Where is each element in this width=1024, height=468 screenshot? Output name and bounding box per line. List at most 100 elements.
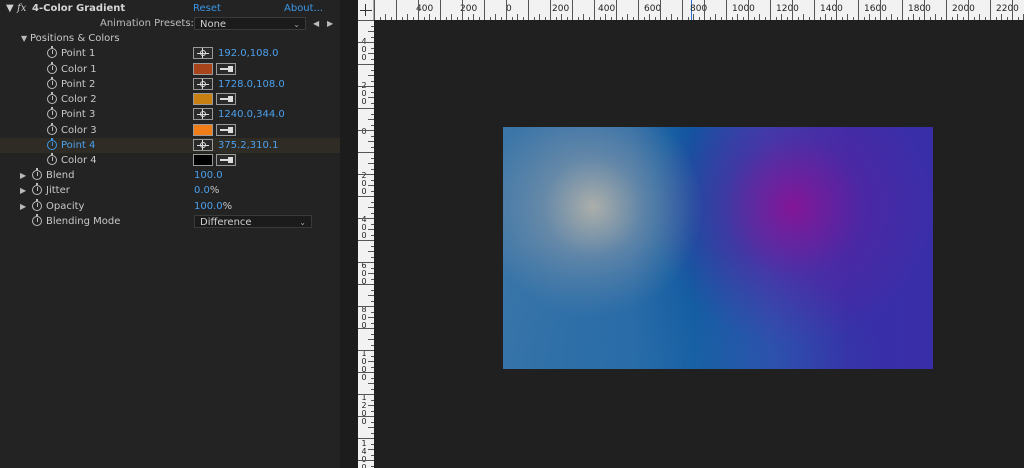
ruler-tick <box>682 0 683 20</box>
about-link[interactable]: About... <box>284 1 323 16</box>
jitter-value[interactable]: 0.0% <box>194 183 219 198</box>
point4-row[interactable]: Point 4 375.2,310.1 <box>0 138 340 153</box>
ruler-tick <box>995 17 997 20</box>
positions-colors-group[interactable]: ▼ Positions & Colors <box>0 31 340 46</box>
previous-preset-icon[interactable]: ◀ <box>313 16 319 31</box>
stopwatch-icon[interactable] <box>47 62 57 74</box>
ruler-label: 200 <box>552 4 570 14</box>
color4-swatch[interactable] <box>193 154 213 166</box>
ruler-tick <box>979 14 980 20</box>
point4-value[interactable]: 375.2,310.1 <box>218 138 278 153</box>
point-picker-icon[interactable] <box>193 108 213 120</box>
ruler-tick <box>610 17 612 20</box>
group-collapse-triangle-icon[interactable]: ▼ <box>21 31 27 46</box>
next-preset-icon[interactable]: ▶ <box>327 16 333 31</box>
blending-mode-dropdown[interactable]: Difference ⌄ <box>194 215 312 228</box>
eyedropper-icon[interactable] <box>216 124 236 136</box>
ruler-tick <box>693 14 694 20</box>
ruler-tick <box>792 0 793 20</box>
ruler-tick <box>825 14 826 20</box>
ruler-tick <box>627 14 628 20</box>
expand-triangle-icon[interactable]: ▶ <box>20 168 26 183</box>
ruler-tick <box>371 212 374 214</box>
stopwatch-active-icon[interactable] <box>47 138 57 150</box>
ruler-tick <box>368 405 374 406</box>
reset-link[interactable]: Reset <box>193 1 221 16</box>
color2-swatch[interactable] <box>193 93 213 105</box>
stopwatch-icon[interactable] <box>47 92 57 104</box>
point-picker-icon[interactable] <box>193 47 213 59</box>
stopwatch-icon[interactable] <box>32 183 42 195</box>
expand-triangle-icon[interactable]: ▶ <box>20 183 26 198</box>
ruler-tick <box>660 0 661 20</box>
color1-swatch[interactable] <box>193 63 213 75</box>
ruler-origin-icon[interactable] <box>358 0 374 20</box>
ruler-tick <box>847 14 848 20</box>
ruler-tick <box>781 14 782 20</box>
vertical-ruler[interactable]: 4 0 02 0 002 0 04 0 06 0 08 0 01 0 0 01 … <box>358 20 374 468</box>
blend-value[interactable]: 100.0 <box>194 168 223 183</box>
ruler-tick <box>368 141 374 142</box>
ruler-tick <box>874 17 876 20</box>
animation-presets-dropdown[interactable]: None ⌄ <box>194 17 306 30</box>
ruler-tick <box>522 17 524 20</box>
ruler-tick <box>511 17 513 20</box>
jitter-label: Jitter <box>46 185 70 196</box>
eyedropper-icon[interactable] <box>216 63 236 75</box>
point2-value[interactable]: 1728.0,108.0 <box>218 77 285 92</box>
opacity-label: Opacity <box>46 201 85 212</box>
stopwatch-icon[interactable] <box>47 153 57 165</box>
horizontal-ruler[interactable]: 400 200 0 200 400 600 800 1000 1200 1400 1600 1800 2… <box>374 0 1024 20</box>
point-picker-icon[interactable] <box>193 139 213 151</box>
ruler-tick <box>885 17 887 20</box>
composition-viewer[interactable]: 400 200 0 200 400 600 800 1000 1200 1400 1600 1800 2… <box>358 0 1024 468</box>
point2-row: Point 2 1728.0,108.0 <box>0 77 340 92</box>
ruler-label: 1000 <box>732 4 755 14</box>
ruler-tick <box>371 421 374 423</box>
ruler-tick <box>456 17 458 20</box>
point-picker-icon[interactable] <box>193 78 213 90</box>
ruler-tick <box>665 17 667 20</box>
ruler-tick <box>555 17 557 20</box>
ruler-tick <box>371 91 374 93</box>
ruler-label: 1400 <box>820 4 843 14</box>
ruler-tick <box>371 410 374 412</box>
stopwatch-icon[interactable] <box>32 168 42 180</box>
animation-presets-value: None <box>200 19 227 30</box>
ruler-tick <box>358 438 374 439</box>
animation-presets-row: Animation Presets: None ⌄ ◀ ▶ <box>0 16 340 31</box>
eyedropper-icon[interactable] <box>216 154 236 166</box>
ruler-tick <box>715 14 716 20</box>
ruler-tick <box>869 14 870 20</box>
composition-canvas[interactable] <box>503 127 933 369</box>
ruler-tick <box>423 17 425 20</box>
ruler-tick <box>544 17 546 20</box>
stopwatch-icon[interactable] <box>32 214 42 226</box>
effect-header[interactable]: ▼ fx 4-Color Gradient Reset About... <box>0 1 340 16</box>
panel-divider[interactable] <box>340 0 358 468</box>
ruler-tick <box>495 14 496 20</box>
color3-swatch[interactable] <box>193 124 213 136</box>
ruler-tick <box>550 0 551 20</box>
ruler-tick <box>687 17 689 20</box>
blend-label: Blend <box>46 170 75 181</box>
ruler-tick <box>368 119 374 120</box>
stopwatch-icon[interactable] <box>47 107 57 119</box>
expand-triangle-icon[interactable]: ▶ <box>20 199 26 214</box>
opacity-value[interactable]: 100.0% <box>194 199 232 214</box>
stopwatch-icon[interactable] <box>47 46 57 58</box>
animation-presets-label: Animation Presets: <box>100 18 194 29</box>
point3-label: Point 3 <box>61 109 96 120</box>
point3-value[interactable]: 1240.0,344.0 <box>218 107 285 122</box>
effect-collapse-triangle-icon[interactable]: ▼ <box>6 1 14 16</box>
stopwatch-icon[interactable] <box>47 123 57 135</box>
fx-toggle-icon[interactable]: fx <box>17 1 26 16</box>
ruler-tick <box>407 14 408 20</box>
eyedropper-icon[interactable] <box>216 93 236 105</box>
point1-value[interactable]: 192.0,108.0 <box>218 46 278 61</box>
stopwatch-icon[interactable] <box>47 77 57 89</box>
ruler-tick <box>731 17 733 20</box>
stopwatch-icon[interactable] <box>32 199 42 211</box>
ruler-tick <box>368 251 374 252</box>
opacity-row: ▶ Opacity 100.0% <box>0 199 340 214</box>
